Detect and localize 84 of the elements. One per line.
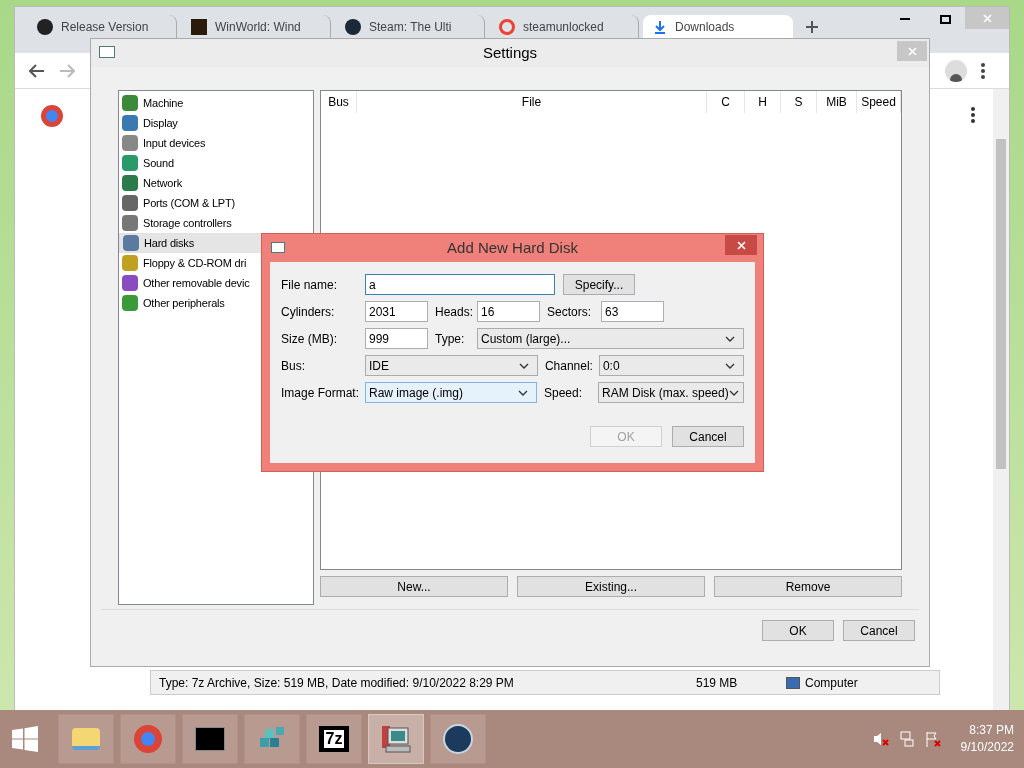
field-label: Channel: (544, 357, 594, 375)
device-icon (122, 95, 138, 111)
category-item[interactable]: Network (119, 173, 313, 193)
taskbar-app[interactable] (182, 714, 238, 764)
window-title: Settings (482, 42, 538, 63)
muted-speaker-icon[interactable] (872, 731, 889, 747)
download-icon (653, 20, 667, 34)
device-icon (123, 235, 139, 251)
device-icon (122, 195, 138, 211)
field-label: Image Format: (281, 384, 361, 402)
category-item[interactable]: Sound (119, 153, 313, 173)
new-tab-icon[interactable] (805, 20, 819, 34)
device-icon (122, 135, 138, 151)
category-item[interactable]: Ports (COM & LPT) (119, 193, 313, 213)
taskbar-app[interactable] (368, 714, 424, 764)
text-field[interactable]: 63 (601, 301, 664, 322)
device-icon (122, 115, 138, 131)
dropdown[interactable]: IDE (365, 355, 538, 376)
column-header[interactable]: Speed (857, 91, 901, 113)
specify-button[interactable]: Specify... (563, 274, 635, 295)
disk-button[interactable]: New... (320, 576, 508, 597)
category-item[interactable]: Storage controllers (119, 213, 313, 233)
status-text: Computer (805, 674, 858, 692)
field-label: Cylinders: (281, 303, 336, 321)
close-button[interactable] (725, 235, 757, 255)
device-icon (122, 275, 138, 291)
flag-icon[interactable] (924, 731, 941, 747)
device-icon (122, 155, 138, 171)
status-text: 519 MB (696, 674, 739, 692)
dropdown[interactable]: Raw image (.img) (365, 382, 538, 403)
cancel-button[interactable]: Cancel (672, 426, 744, 447)
category-item[interactable]: Display (119, 113, 313, 133)
taskbar-app[interactable] (430, 714, 486, 764)
column-header[interactable]: File (357, 91, 707, 113)
column-header[interactable]: C (707, 91, 745, 113)
dialog-title: Add New Hard Disk (447, 237, 578, 258)
profile-icon[interactable] (945, 59, 967, 82)
scrollbar[interactable] (993, 89, 1009, 711)
archive-app-icon: 7z (319, 726, 349, 752)
dropdown[interactable]: Custom (large)... (476, 328, 744, 349)
taskbar-app[interactable]: 7z (306, 714, 362, 764)
ok-button[interactable]: OK (762, 620, 834, 641)
field-label: Speed: (544, 384, 584, 402)
cancel-button[interactable]: Cancel (843, 620, 915, 641)
disk-button[interactable]: Existing... (517, 576, 705, 597)
field-label: Type: (434, 330, 466, 348)
close-icon (982, 13, 992, 23)
network-icon[interactable] (898, 731, 915, 747)
column-header[interactable]: MiB (817, 91, 857, 113)
computer-icon (786, 676, 800, 689)
device-icon (122, 295, 138, 311)
terminal-icon (195, 727, 225, 751)
field-label: Heads: (435, 303, 475, 321)
column-header[interactable]: S (781, 91, 817, 113)
more-menu-icon[interactable] (981, 62, 985, 79)
computer-icon (380, 724, 412, 754)
dropdown[interactable]: RAM Disk (max. speed) (598, 382, 744, 403)
folder-icon (72, 728, 100, 750)
text-field[interactable]: 2031 (365, 301, 428, 322)
field-label: Bus: (281, 357, 306, 375)
device-icon (122, 255, 138, 271)
browser-tab[interactable]: Downloads (643, 15, 793, 39)
field-label: Size (MB): (281, 330, 338, 348)
disk-button[interactable]: Remove (714, 576, 902, 597)
category-item[interactable]: Machine (119, 93, 313, 113)
close-icon (907, 46, 917, 56)
text-field[interactable]: 16 (477, 301, 540, 322)
status-text: Type: 7z Archive, Size: 519 MB, Date modified: 9/10/2022 8:29 PM (158, 674, 515, 692)
device-icon (122, 175, 138, 191)
window-icon (271, 242, 285, 253)
column-header[interactable]: Bus (321, 91, 357, 113)
back-arrow-icon[interactable] (29, 63, 45, 78)
windows-logo-icon[interactable] (12, 726, 38, 752)
category-item[interactable]: Input devices (119, 133, 313, 153)
text-field[interactable]: 999 (365, 328, 428, 349)
window-icon (99, 46, 115, 58)
close-icon (736, 240, 746, 250)
field-label: File name: (281, 276, 339, 294)
device-icon (122, 215, 138, 231)
field-label: Sectors: (547, 303, 592, 321)
more-menu-icon[interactable] (971, 107, 975, 123)
text-field[interactable]: a (365, 274, 555, 295)
dropdown[interactable]: 0:0 (598, 355, 744, 376)
column-header[interactable]: H (745, 91, 781, 113)
